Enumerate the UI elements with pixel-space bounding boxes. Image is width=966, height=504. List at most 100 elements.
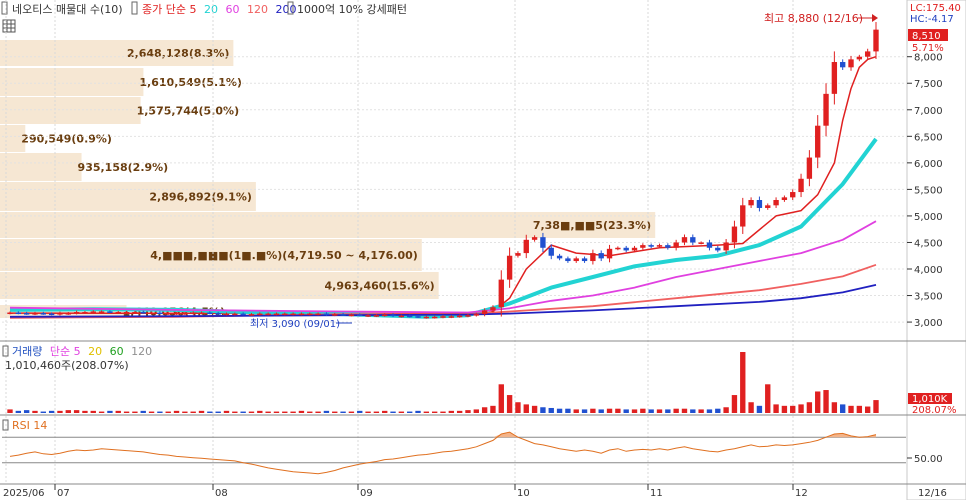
candle-body-65 <box>548 247 554 256</box>
volume-legend: 거래량 단순 5 20 60 120 <box>12 345 152 358</box>
price-tick-label-2: 7,000 <box>914 106 943 117</box>
volume-ma-120: 120 <box>131 345 152 358</box>
volume-bar-19 <box>165 411 171 413</box>
candle-body-81 <box>681 237 688 243</box>
volume-bar-26 <box>223 410 230 413</box>
stock-chart[interactable]: 네오티스 매물대 수(10) 종가 단순 5 20 60 120 200 100… <box>0 0 966 501</box>
y-axis-area <box>906 0 966 501</box>
candle-body-73 <box>615 247 621 250</box>
ma-legend-120: 120 <box>247 3 268 16</box>
volume-profile-label-0: 2,648,128(8.3%) <box>127 47 230 60</box>
candle-body-61 <box>515 253 521 256</box>
volume-ma-5: 단순 5 <box>50 345 81 358</box>
candle-body-67 <box>565 258 571 262</box>
volume-bar-38 <box>323 410 330 413</box>
price-tick-label-9: 3,500 <box>914 292 943 303</box>
candle-body-41 <box>348 314 355 317</box>
volume-bar-50 <box>423 411 430 413</box>
volume-bar-18 <box>157 411 163 413</box>
candle-body-75 <box>631 247 638 251</box>
volume-bar-85 <box>715 408 721 413</box>
volume-bar-7 <box>65 410 71 413</box>
price-tick-label-0: 8,000 <box>914 53 943 64</box>
ma-legend-20: 20 <box>204 3 218 16</box>
volume-bar-23 <box>198 410 205 413</box>
date-label-0: 2025/06 <box>3 488 45 499</box>
volume-bar-101 <box>848 405 854 413</box>
volume-bar-29 <box>248 411 255 413</box>
volume-bar-6 <box>57 410 63 413</box>
price-tick-label-5: 5,500 <box>914 185 943 196</box>
date-label-2: 08 <box>215 488 228 499</box>
volume-bar-90 <box>756 405 763 413</box>
candle-body-68 <box>573 258 579 262</box>
volume-bar-91 <box>765 384 771 413</box>
volume-bar-11 <box>98 411 105 413</box>
price-tick-label-7: 4,500 <box>914 238 943 249</box>
candle-body-78 <box>656 245 663 247</box>
candle-body-102 <box>856 56 863 60</box>
candle-body-71 <box>598 253 604 259</box>
volume-bar-10 <box>90 410 96 413</box>
candle-body-2 <box>23 313 30 315</box>
rsi-level-label: 50.00 <box>914 454 943 465</box>
candle-body-45 <box>382 314 388 317</box>
volume-bar-76 <box>640 408 646 413</box>
volume-bar-5 <box>48 410 55 413</box>
volume-bar-78 <box>656 409 663 413</box>
volume-bar-15 <box>132 411 138 413</box>
volume-bar-63 <box>531 405 538 413</box>
volume-bar-100 <box>840 404 846 413</box>
candle-body-94 <box>790 192 796 198</box>
volume-bar-96 <box>806 402 813 413</box>
candle-body-96 <box>806 157 813 179</box>
candle-body-21 <box>182 313 188 315</box>
candle-body-39 <box>332 314 338 316</box>
grid-icon[interactable] <box>2 19 16 33</box>
volume-bar-8 <box>73 410 80 413</box>
candle-body-37 <box>315 313 321 316</box>
candle-body-47 <box>398 315 405 318</box>
candle-body-100 <box>840 62 846 68</box>
candle-body-60 <box>506 255 513 280</box>
volume-bar-73 <box>615 408 621 413</box>
pattern-label: 1000억 10% 강세패턴 <box>297 3 407 16</box>
volume-bar-52 <box>440 411 446 413</box>
volume-bar-35 <box>298 410 305 413</box>
low-label: 최저 3,090 (09/01) <box>250 318 340 330</box>
candle-body-27 <box>232 313 238 316</box>
volume-bar-45 <box>382 410 388 413</box>
volume-bar-39 <box>332 411 338 413</box>
volume-bar-37 <box>315 411 321 413</box>
volume-bar-34 <box>290 411 296 413</box>
candle-body-57 <box>481 310 488 315</box>
current-volume-ratio: 208.07% <box>912 405 957 416</box>
candle-body-6 <box>57 313 63 315</box>
volume-bar-57 <box>481 407 488 413</box>
volume-profile-label-7: 4,■■■,■■■(1■.■%)(4,719.50 ~ 4,176.00) <box>150 249 418 262</box>
volume-bar-47 <box>398 411 405 413</box>
candle-body-42 <box>357 314 363 317</box>
candle-body-55 <box>465 315 471 317</box>
volume-bar-61 <box>515 402 521 413</box>
candle-body-97 <box>815 125 821 158</box>
volume-bar-102 <box>856 405 863 413</box>
candle-body-1 <box>15 312 22 315</box>
candle-body-66 <box>556 255 563 259</box>
candle-body-58 <box>490 307 496 311</box>
candle-body-14 <box>123 311 130 314</box>
volume-bar-41 <box>348 411 355 413</box>
candle-body-69 <box>581 258 588 262</box>
volume-bar-74 <box>623 409 629 413</box>
volume-title: 거래량 <box>12 345 42 358</box>
price-tick-label-8: 4,000 <box>914 265 943 276</box>
volume-bar-36 <box>307 411 313 413</box>
current-change: 5.71% <box>912 43 944 54</box>
ma-legend-5: 종가 단순 5 <box>142 3 196 16</box>
candle-body-29 <box>248 314 255 316</box>
price-tick-label-6: 5,000 <box>914 212 943 223</box>
volume-bar-1 <box>15 410 22 413</box>
candle-body-104 <box>873 29 879 52</box>
candle-body-43 <box>365 315 371 317</box>
volume-bar-64 <box>540 407 546 413</box>
